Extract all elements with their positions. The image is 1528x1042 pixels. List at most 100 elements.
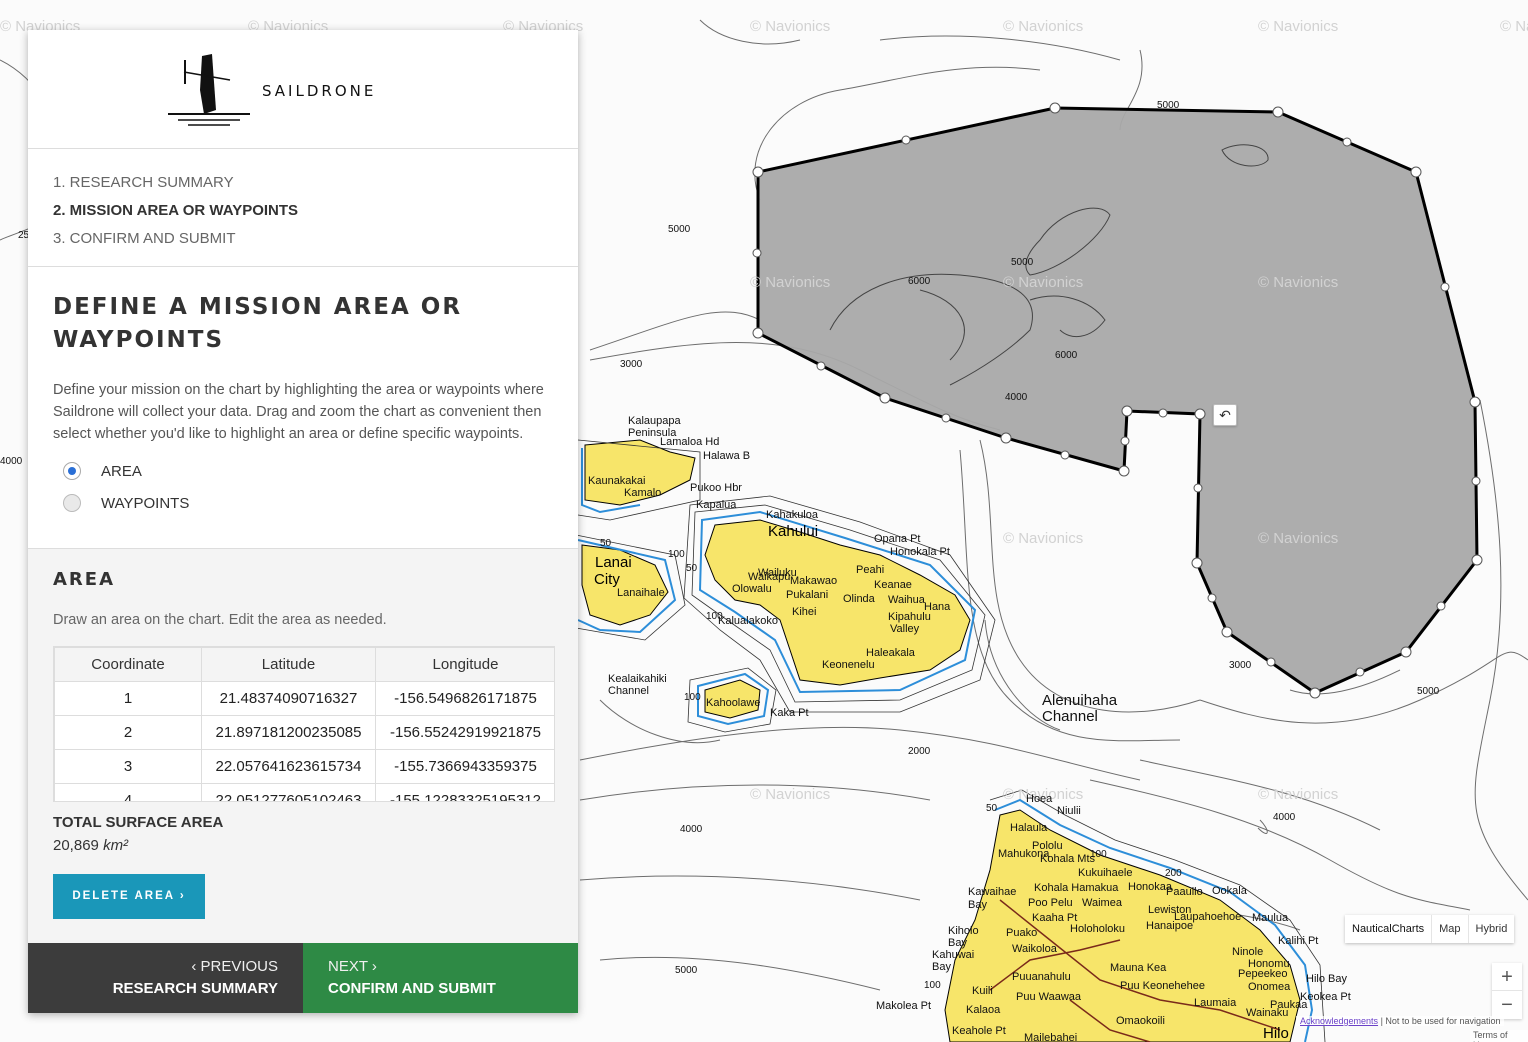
define-description: Define your mission on the chart by high… [53, 382, 544, 442]
svg-text:© Navionics: © Navionics [1003, 274, 1083, 291]
step-research-summary[interactable]: 1. RESEARCH SUMMARY [53, 169, 553, 197]
next-small-label: NEXT › [328, 958, 377, 975]
svg-text:Waikoloa: Waikoloa [1012, 943, 1058, 955]
svg-text:Pukalani: Pukalani [786, 589, 828, 601]
total-surface-area-value: 20,869 km² [53, 837, 553, 854]
svg-text:Omaokoili: Omaokoili [1116, 1015, 1165, 1027]
svg-text:Pukoo Hbr: Pukoo Hbr [690, 482, 742, 494]
svg-text:Kealaikahiki: Kealaikahiki [608, 673, 667, 685]
zoom-out-button[interactable]: − [1492, 991, 1522, 1019]
svg-text:3000: 3000 [620, 359, 643, 370]
svg-text:© Navionics: © Navionics [1258, 786, 1338, 803]
svg-text:Waihua: Waihua [888, 594, 926, 606]
coordinates-table-scroll[interactable]: Coordinate Latitude Longitude 1 21.48374… [53, 646, 555, 802]
step-footer: ‹ PREVIOUS RESEARCH SUMMARY NEXT › CONFI… [28, 943, 578, 1013]
svg-text:Pololu: Pololu [1032, 840, 1063, 852]
page-title-line-1: DEFINE A MISSION AREA OR [53, 294, 463, 320]
svg-text:Maulua: Maulua [1252, 912, 1289, 924]
svg-text:© Navionics: © Navionics [750, 274, 830, 291]
logo-header: SAILDRONE [28, 30, 578, 149]
table-header-row: Coordinate Latitude Longitude [54, 647, 554, 682]
cell-latitude: 22.057641623615734 [201, 749, 376, 784]
radio-option-area[interactable]: AREA [53, 459, 553, 483]
table-row: 2 21.897181200235085 -156.55242919921875 [54, 715, 554, 750]
svg-text:© Navionics: © Navionics [1258, 530, 1338, 547]
radio-option-waypoints[interactable]: WAYPOINTS [53, 491, 553, 515]
svg-text:© Navionics: © Navionics [1258, 274, 1338, 291]
map-type-map[interactable]: Map [1432, 915, 1469, 943]
undo-icon: ↶ [1219, 407, 1231, 423]
svg-text:100: 100 [668, 549, 685, 560]
coordinates-table: Coordinate Latitude Longitude 1 21.48374… [54, 647, 554, 801]
navigation-disclaimer: | Not to be used for navigation [1380, 1016, 1501, 1026]
svg-text:Kukuihaele: Kukuihaele [1078, 867, 1132, 879]
area-radio-label: AREA [101, 462, 142, 480]
svg-text:4000: 4000 [0, 456, 23, 467]
cell-coordinate: 1 [54, 681, 202, 716]
svg-text:Kuili: Kuili [972, 985, 993, 997]
svg-text:Valley: Valley [890, 623, 920, 635]
svg-text:4000: 4000 [1273, 812, 1296, 823]
table-row: 4 22.051277605102463 -155.12283325195312 [54, 783, 554, 801]
define-section: DEFINE A MISSION AREA OR WAYPOINTS Defin… [28, 267, 578, 549]
acknowledgements-link[interactable]: Acknowledgements [1300, 1016, 1378, 1026]
col-coordinate: Coordinate [54, 647, 202, 682]
svg-text:Ookala: Ookala [1212, 885, 1248, 897]
undo-vertex-button[interactable]: ↶ [1213, 404, 1237, 426]
svg-text:Keokea Pt: Keokea Pt [1300, 991, 1351, 1003]
svg-text:4000: 4000 [1005, 392, 1028, 403]
waypoints-radio[interactable] [63, 494, 81, 512]
svg-text:Kipahulu: Kipahulu [888, 611, 931, 623]
col-latitude: Latitude [201, 647, 376, 682]
step-confirm-submit[interactable]: 3. CONFIRM AND SUBMIT [53, 225, 553, 253]
svg-text:Olowalu: Olowalu [732, 583, 772, 595]
svg-text:Waimea: Waimea [1082, 897, 1123, 909]
terms-of-use-link[interactable]: Terms of Use [1470, 1030, 1528, 1042]
svg-text:Waikapu: Waikapu [748, 571, 790, 583]
page-title-line-2: WAYPOINTS [53, 327, 225, 353]
table-row: 3 22.057641623615734 -155.7366943359375 [54, 749, 554, 784]
step-mission-area[interactable]: 2. MISSION AREA OR WAYPOINTS [53, 197, 553, 225]
svg-text:Peahi: Peahi [856, 564, 884, 576]
svg-text:Onomea: Onomea [1248, 981, 1291, 993]
svg-text:Kawaihae: Kawaihae [968, 886, 1016, 898]
area-section: AREA Draw an area on the chart. Edit the… [28, 549, 578, 943]
area-radio[interactable] [63, 462, 81, 480]
svg-text:© Navionics: © Navionics [1003, 530, 1083, 547]
svg-text:Kahuwai: Kahuwai [932, 949, 974, 961]
map-attribution: Acknowledgements | Not to be used for na… [1296, 1016, 1505, 1026]
svg-text:Keonenelu: Keonenelu [822, 659, 875, 671]
svg-text:Mauna Kea: Mauna Kea [1110, 962, 1167, 974]
svg-text:5000: 5000 [668, 224, 691, 235]
mission-panel: SAILDRONE 1. RESEARCH SUMMARY 2. MISSION… [28, 30, 578, 1013]
svg-text:Kamalo: Kamalo [624, 487, 661, 499]
saildrone-logo-icon [168, 54, 250, 126]
next-button[interactable]: NEXT › CONFIRM AND SUBMIT [303, 943, 578, 1013]
svg-text:5000: 5000 [675, 965, 698, 976]
next-step-label: CONFIRM AND SUBMIT [328, 980, 496, 997]
cell-longitude: -155.7366943359375 [375, 749, 554, 784]
svg-text:Kahakuloa: Kahakuloa [766, 509, 819, 521]
svg-text:Puu Waawaa: Puu Waawaa [1016, 991, 1082, 1003]
svg-text:Puako: Puako [1006, 927, 1037, 939]
map-type-hybrid[interactable]: Hybrid [1469, 915, 1515, 943]
brand-name: SAILDRONE [262, 82, 377, 100]
step-navigation: 1. RESEARCH SUMMARY 2. MISSION AREA OR W… [28, 149, 578, 267]
svg-text:Poo Pelu: Poo Pelu [1028, 897, 1073, 909]
cell-coordinate: 4 [54, 783, 202, 801]
svg-text:Niulii: Niulii [1057, 805, 1081, 817]
channel-labels: Alenuihaha Channel [1042, 692, 1118, 725]
svg-text:Kalualakoko: Kalualakoko [718, 615, 778, 627]
svg-text:Puuanahulu: Puuanahulu [1012, 971, 1071, 983]
cell-longitude: -156.55242919921875 [375, 715, 554, 750]
svg-text:Channel: Channel [1042, 708, 1098, 725]
svg-text:Kaunakakai: Kaunakakai [588, 475, 646, 487]
zoom-in-button[interactable]: + [1492, 963, 1522, 991]
svg-text:Ninole: Ninole [1232, 946, 1263, 958]
svg-text:Kaka Pt: Kaka Pt [770, 707, 809, 719]
delete-area-button[interactable]: DELETE AREA › [53, 874, 205, 919]
page-title: DEFINE A MISSION AREA OR WAYPOINTS [53, 291, 553, 357]
svg-text:© Navionics: © Navionics [1003, 18, 1083, 35]
previous-button[interactable]: ‹ PREVIOUS RESEARCH SUMMARY [28, 943, 303, 1013]
map-type-nautical[interactable]: NauticalCharts [1345, 915, 1433, 943]
